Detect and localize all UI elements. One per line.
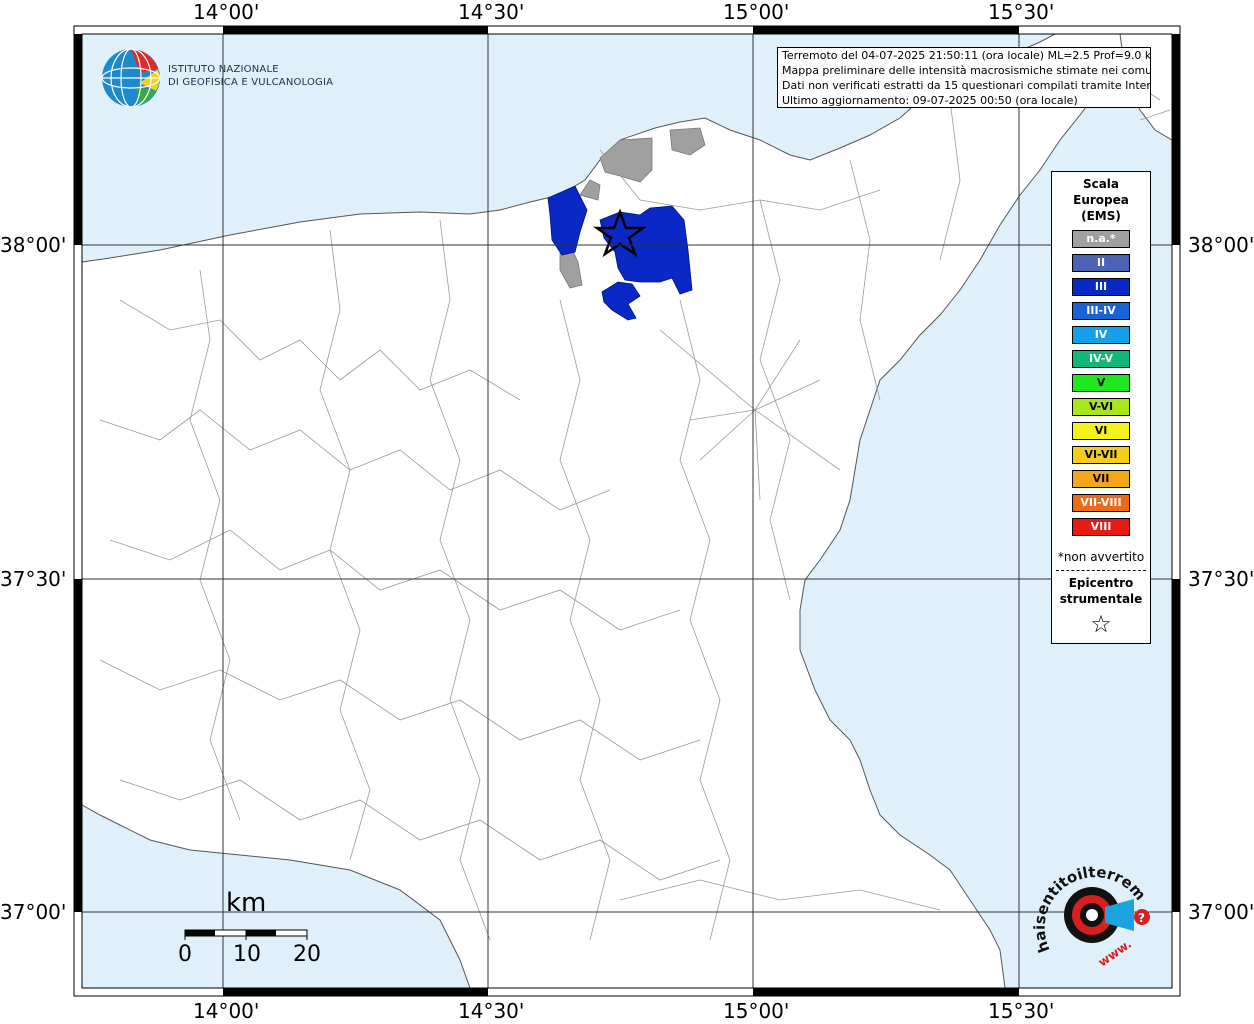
legend-title-3: (EMS)	[1081, 209, 1121, 223]
legend-star-icon: ☆	[1090, 610, 1112, 638]
lon-label-bottom-4: 15°30'	[988, 999, 1055, 1023]
haisentito-logo: ? haisentitoilterremoto.it www.	[1030, 855, 1150, 970]
info-line-4: Ultimo aggiornamento: 09-07-2025 00:50 (…	[782, 94, 1078, 107]
legend-item-vii: VII	[1072, 470, 1130, 488]
event-info-box: Terremoto del 04-07-2025 21:50:11 (ora l…	[777, 47, 1151, 108]
scale-unit: km	[226, 888, 267, 918]
info-line-3: Dati non verificati estratti da 15 quest…	[782, 79, 1151, 92]
legend-item-v: V	[1072, 374, 1130, 392]
legend-title-1: Scala	[1082, 177, 1120, 191]
lat-label-left-1: 38°00'	[0, 233, 67, 257]
legend-item-v-vi: V-VI	[1072, 398, 1130, 416]
legend-title: Scala Europea (EMS)	[1052, 176, 1150, 224]
ingv-logo-text: ISTITUTO NAZIONALE DI GEOFISICA E VULCAN…	[168, 63, 333, 89]
lat-label-left-3: 37°00'	[0, 900, 67, 924]
lon-label-bottom-3: 15°00'	[723, 999, 790, 1023]
legend-epi-1: Epicentro	[1068, 576, 1134, 590]
lon-label-bottom-2: 14°30'	[458, 999, 525, 1023]
legend-item-vi-vii: VI-VII	[1072, 446, 1130, 464]
lon-label-top-3: 15°00'	[723, 0, 790, 24]
ingv-line-1: ISTITUTO NAZIONALE	[168, 64, 279, 75]
legend-note: *non avvertito	[1057, 550, 1145, 564]
lon-label-top-4: 15°30'	[988, 0, 1055, 24]
scale-tick-20: 20	[293, 942, 321, 967]
legend-items: n.a.* II III III-IV IV IV-V V V-VI VI VI-VII VII VI…	[1052, 230, 1150, 536]
legend-item-n-a: n.a.*	[1072, 230, 1130, 248]
legend-item-vi: VI	[1072, 422, 1130, 440]
legend-epicenter-label: Epicentro strumentale	[1052, 575, 1150, 607]
lat-label-right-1: 38°00'	[1188, 233, 1254, 257]
hsit-question-icon: ?	[1138, 911, 1145, 925]
lat-label-right-2: 37°30'	[1188, 567, 1254, 591]
legend-item-ii: II	[1072, 254, 1130, 272]
scale-tick-0: 0	[178, 942, 192, 967]
scale-tick-10: 10	[233, 942, 261, 967]
info-line-1: Terremoto del 04-07-2025 21:50:11 (ora l…	[782, 49, 1151, 62]
legend-item-vii-viii: VII-VIII	[1072, 494, 1130, 512]
legend-title-2: Europea	[1073, 193, 1129, 207]
legend-epi-2: strumentale	[1059, 592, 1143, 606]
lon-label-top-1: 14°00'	[193, 0, 260, 24]
lat-label-left-2: 37°30'	[0, 567, 67, 591]
lon-label-top-2: 14°30'	[458, 0, 525, 24]
ems-legend: Scala Europea (EMS) n.a.* II III III-IV IV IV…	[1051, 171, 1151, 644]
info-line-2: Mappa preliminare delle intensità macros…	[782, 64, 1151, 77]
lon-label-bottom-1: 14°00'	[193, 999, 260, 1023]
legend-item-iii-iv: III-IV	[1072, 302, 1130, 320]
legend-item-iv: IV	[1072, 326, 1130, 344]
legend-item-viii: VIII	[1072, 518, 1130, 536]
hsit-www: www.	[1096, 937, 1134, 970]
ingv-line-2: DI GEOFISICA E VULCANOLOGIA	[168, 77, 334, 88]
legend-item-iv-v: IV-V	[1072, 350, 1130, 368]
legend-divider	[1056, 570, 1146, 571]
lat-label-right-3: 37°00'	[1188, 900, 1254, 924]
legend-item-iii: III	[1072, 278, 1130, 296]
